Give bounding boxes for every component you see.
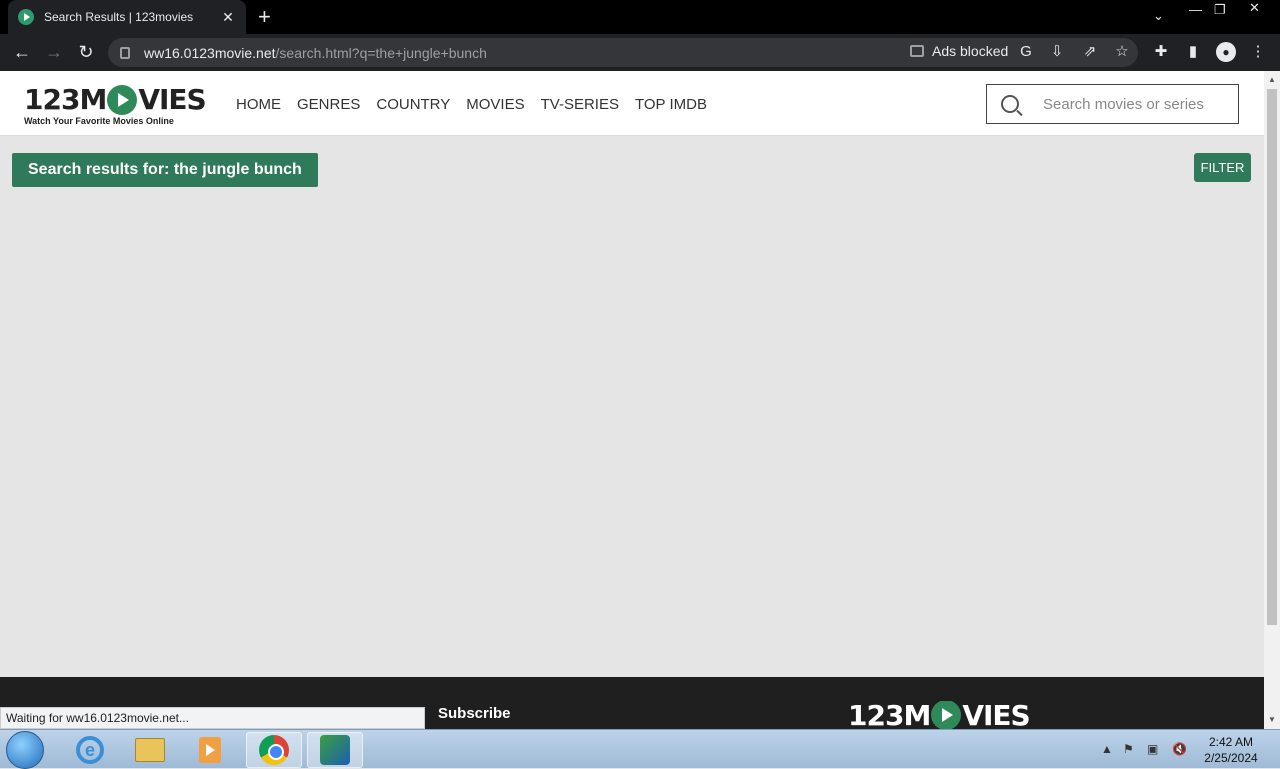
tab-title: Search Results | 123movies — [44, 10, 194, 24]
footer-logo-text-right: VIES — [962, 701, 1030, 729]
nav-top-imdb[interactable]: TOP IMDB — [635, 96, 707, 113]
close-tab-icon[interactable]: ✕ — [220, 9, 236, 26]
tab-search-chevron-icon[interactable]: ⌄ — [1153, 8, 1164, 24]
forward-icon[interactable]: → — [42, 40, 66, 64]
lock-icon[interactable] — [120, 46, 130, 59]
clock-date: 2/25/2024 — [1204, 751, 1258, 765]
reload-icon[interactable]: ↻ — [74, 40, 98, 64]
taskbar-clock[interactable]: 2:42 AM 2/25/2024 — [1200, 734, 1262, 766]
tray-expand-icon[interactable]: ▲ — [1101, 742, 1113, 756]
logo-tagline: Watch Your Favorite Movies Online — [24, 116, 174, 126]
taskbar-internet-explorer[interactable]: e — [62, 732, 118, 768]
search-box[interactable] — [986, 84, 1239, 124]
ads-blocked-indicator[interactable]: Ads blocked — [910, 43, 1008, 59]
internet-explorer-icon: e — [76, 736, 104, 764]
media-player-icon — [199, 737, 221, 763]
close-window-icon[interactable]: ✕ — [1249, 0, 1260, 16]
taskbar-idm[interactable] — [307, 732, 363, 768]
side-panel-icon[interactable]: ▮ — [1183, 42, 1203, 62]
taskbar-media-player[interactable] — [182, 732, 238, 768]
nav-home[interactable]: HOME — [236, 96, 281, 113]
browser-status-bar: Waiting for ww16.0123movie.net... — [0, 707, 425, 729]
folder-icon — [135, 738, 165, 762]
action-center-flag-icon[interactable]: ⚑ — [1123, 742, 1134, 756]
nav-country[interactable]: COUNTRY — [376, 96, 450, 113]
search-results-heading: Search results for: the jungle bunch — [12, 153, 318, 187]
site-favicon-icon — [18, 9, 34, 25]
nav-tv-series[interactable]: TV-SERIES — [541, 96, 619, 113]
install-app-icon[interactable]: ⇩ — [1047, 42, 1067, 62]
restore-icon[interactable]: ❐ — [1214, 2, 1226, 18]
taskbar-file-explorer[interactable] — [122, 732, 178, 768]
footer-logo-play-icon — [931, 701, 962, 729]
site-logo[interactable]: 123M VIES Watch Your Favorite Movies Onl… — [24, 83, 207, 126]
ads-blocked-label: Ads blocked — [932, 43, 1009, 59]
back-icon[interactable]: ← — [10, 40, 34, 64]
minimize-icon[interactable]: — — [1189, 2, 1202, 17]
search-icon[interactable] — [1001, 95, 1019, 113]
logo-play-icon — [107, 85, 138, 115]
url-path: /search.html?q=the+jungle+bunch — [275, 44, 487, 61]
site-header: 123M VIES Watch Your Favorite Movies Onl… — [0, 71, 1264, 136]
menu-kebab-icon[interactable]: ⋮ — [1248, 42, 1268, 62]
network-icon[interactable]: ▣ — [1147, 742, 1158, 756]
nav-movies[interactable]: MOVIES — [466, 96, 524, 113]
logo-text-right: VIES — [138, 83, 206, 116]
footer-logo[interactable]: 123M VIES — [848, 701, 1030, 729]
bookmark-star-icon[interactable]: ☆ — [1112, 42, 1132, 62]
taskbar-chrome[interactable] — [246, 732, 302, 768]
subscribe-heading: Subscribe — [438, 705, 511, 722]
browser-tab[interactable]: Search Results | 123movies ✕ — [8, 0, 246, 34]
nav-genres[interactable]: GENRES — [297, 96, 360, 113]
main-nav: HOME GENRES COUNTRY MOVIES TV-SERIES TOP… — [236, 96, 707, 113]
google-icon[interactable]: G — [1016, 42, 1036, 62]
scrollbar-thumb[interactable] — [1267, 89, 1277, 625]
footer-logo-text-left: 123M — [848, 701, 931, 729]
extensions-icon[interactable]: ✚ — [1151, 42, 1171, 62]
volume-muted-icon[interactable]: 🔇 — [1172, 742, 1187, 756]
scroll-down-icon[interactable]: ▼ — [1268, 715, 1276, 724]
chrome-icon — [259, 735, 289, 765]
page-scrollbar[interactable]: ▲ ▼ — [1264, 71, 1280, 729]
clock-time: 2:42 AM — [1208, 735, 1254, 749]
new-tab-button[interactable]: + — [258, 4, 271, 30]
download-manager-icon — [320, 735, 350, 765]
share-icon[interactable]: ⇗ — [1080, 42, 1100, 62]
filter-button[interactable]: FILTER — [1194, 153, 1251, 182]
url-host: ww16.0123movie.net — [144, 44, 276, 61]
windows-taskbar: e ▲ ⚑ ▣ 🔇 2:42 AM 2/25/2024 — [0, 729, 1280, 769]
browser-tab-bar: Search Results | 123movies ✕ + ⌄ — ❐ ✕ — [0, 0, 1280, 34]
ads-blocked-icon — [910, 45, 924, 57]
logo-text-left: 123M — [24, 83, 107, 116]
scroll-up-icon[interactable]: ▲ — [1268, 75, 1276, 84]
browser-toolbar: ← → ↻ ww16.0123movie.net/search.html?q=t… — [0, 34, 1280, 71]
search-input[interactable] — [1043, 95, 1223, 113]
profile-avatar-icon[interactable]: ● — [1216, 42, 1236, 62]
start-button[interactable] — [6, 731, 44, 769]
